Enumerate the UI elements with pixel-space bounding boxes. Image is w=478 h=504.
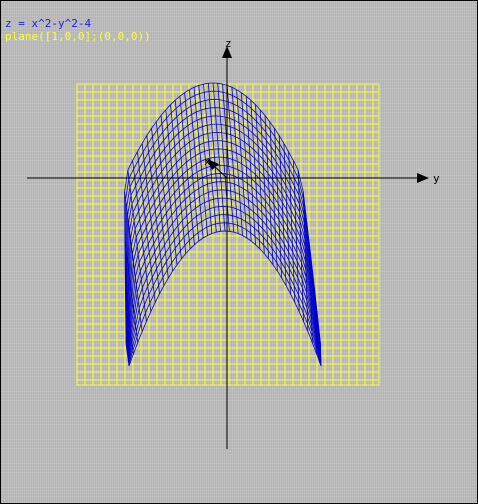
surface-mesh-ring [127,156,322,355]
z-axis-label: z [225,37,232,50]
surface-mesh-rib [222,84,235,233]
plane-grid [76,83,380,386]
x-axis-label: x [204,155,211,168]
y-axis-arrowhead [417,173,429,183]
axes [27,46,429,449]
3d-plot-viewport[interactable]: z = x^2-y^2-4 plane([1,0,0];(0,0,0)) z y… [0,0,478,504]
surface-mesh-rib [255,104,265,254]
3d-scene [27,46,429,449]
surface-mesh-rib [274,128,283,279]
y-axis-label: y [433,172,440,185]
